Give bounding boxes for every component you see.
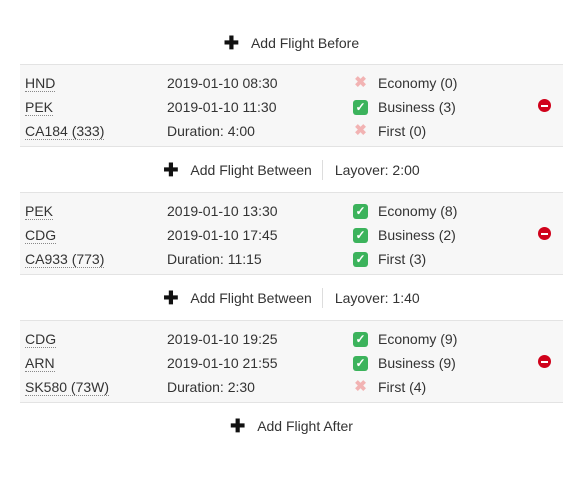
class-first: ✖ First (4): [354, 378, 427, 395]
arrival-time: 2019-01-10 11:30: [167, 99, 277, 115]
plus-icon: ✚: [163, 160, 179, 180]
cross-icon: ✖: [354, 74, 367, 91]
check-icon: ✓: [353, 355, 368, 371]
flight-number[interactable]: CA184 (333): [25, 123, 105, 140]
add-flight-after-row: ✚ Add Flight After: [20, 414, 563, 438]
add-flight-before-row: ✚ Add Flight Before: [20, 31, 563, 55]
add-flight-between-row-1: ✚ Add Flight Between Layover: 2:00: [20, 158, 563, 182]
check-icon: ✓: [353, 251, 368, 267]
remove-flight-icon[interactable]: [538, 355, 551, 368]
departure-time: 2019-01-10 08:30: [167, 75, 278, 91]
add-flight-after-button[interactable]: ✚ Add Flight After: [230, 417, 353, 435]
class-economy: ✖ Economy (0): [354, 74, 458, 91]
destination-airport[interactable]: PEK: [25, 99, 54, 116]
divider: [321, 288, 323, 308]
flight-segment-2: PEK CDG CA933 (773) 2019-01-10 13:30 201…: [20, 192, 563, 275]
destination-airport[interactable]: ARN: [25, 355, 55, 372]
cross-icon: ✖: [354, 378, 367, 395]
check-icon: ✓: [353, 331, 368, 347]
class-business: ✓ Business (2): [353, 225, 456, 245]
add-flight-between-row-2: ✚ Add Flight Between Layover: 1:40: [20, 286, 563, 310]
check-icon: ✓: [353, 203, 368, 219]
flight-duration: Duration: 4:00: [167, 123, 255, 139]
add-flight-between-button[interactable]: ✚ Add Flight Between: [163, 289, 312, 307]
arrival-time: 2019-01-10 21:55: [167, 355, 278, 371]
departure-time: 2019-01-10 19:25: [167, 331, 278, 347]
add-flight-before-label: Add Flight Before: [250, 35, 360, 51]
plus-icon: ✚: [230, 416, 246, 436]
remove-flight-icon[interactable]: [538, 99, 551, 112]
flight-number[interactable]: SK580 (73W): [25, 379, 110, 396]
class-economy: ✓ Economy (8): [353, 201, 457, 221]
origin-airport[interactable]: PEK: [25, 203, 54, 220]
add-flight-after-label: Add Flight After: [257, 418, 353, 434]
class-business: ✓ Business (3): [353, 97, 456, 117]
class-first: ✖ First (0): [354, 122, 427, 139]
check-icon: ✓: [353, 99, 368, 115]
destination-airport[interactable]: CDG: [25, 227, 57, 244]
layover-duration: Layover: 1:40: [334, 290, 420, 306]
class-business: ✓ Business (9): [353, 353, 456, 373]
add-flight-between-label: Add Flight Between: [190, 290, 312, 306]
plus-icon: ✚: [163, 288, 179, 308]
departure-time: 2019-01-10 13:30: [167, 203, 278, 219]
flight-duration: Duration: 11:15: [167, 251, 262, 267]
class-first: ✓ First (3): [353, 249, 426, 269]
layover-duration: Layover: 2:00: [334, 162, 420, 178]
add-flight-before-button[interactable]: ✚ Add Flight Before: [224, 34, 359, 52]
divider: [321, 160, 323, 180]
plus-icon: ✚: [223, 33, 239, 53]
remove-flight-icon[interactable]: [538, 227, 551, 240]
cross-icon: ✖: [354, 122, 367, 139]
origin-airport[interactable]: HND: [25, 75, 56, 92]
flight-duration: Duration: 2:30: [167, 379, 255, 395]
origin-airport[interactable]: CDG: [25, 331, 57, 348]
flight-segment-3: CDG ARN SK580 (73W) 2019-01-10 19:25 201…: [20, 320, 563, 403]
class-economy: ✓ Economy (9): [353, 329, 457, 349]
check-icon: ✓: [353, 227, 368, 243]
add-flight-between-button[interactable]: ✚ Add Flight Between: [163, 161, 312, 179]
flight-segment-1: HND PEK CA184 (333) 2019-01-10 08:30 201…: [20, 64, 563, 147]
add-flight-between-label: Add Flight Between: [190, 162, 312, 178]
flight-number[interactable]: CA933 (773): [25, 251, 105, 268]
arrival-time: 2019-01-10 17:45: [167, 227, 278, 243]
